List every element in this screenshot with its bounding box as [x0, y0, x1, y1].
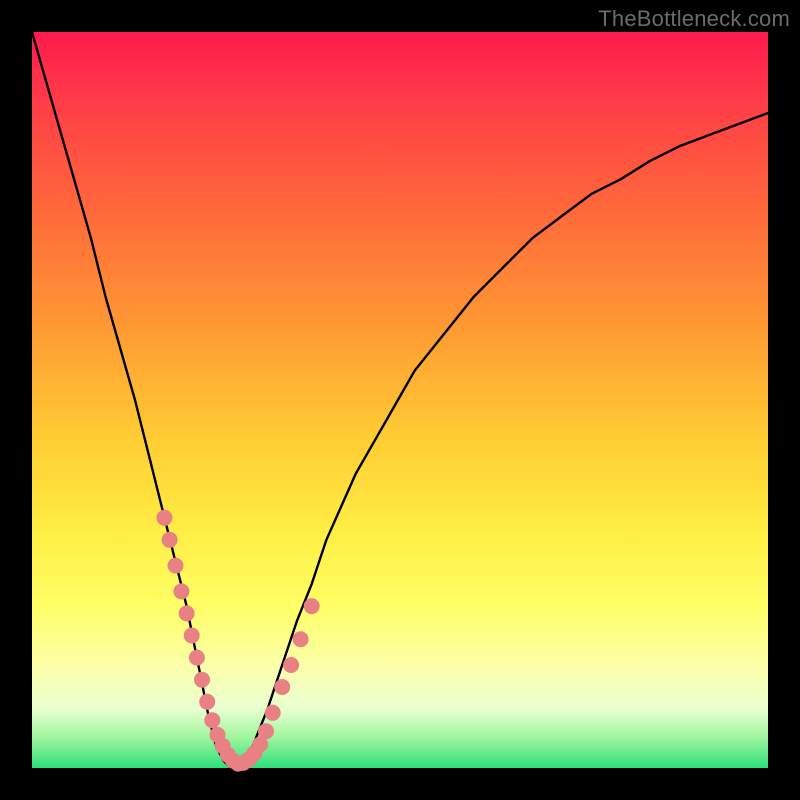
curve-marker: [293, 631, 309, 647]
curve-svg: [32, 32, 768, 768]
curve-marker: [283, 657, 299, 673]
curve-marker: [194, 672, 210, 688]
curve-marker: [173, 583, 189, 599]
curve-marker: [274, 679, 290, 695]
chart-frame: TheBottleneck.com: [0, 0, 800, 800]
gradient-plot-area: [32, 32, 768, 768]
watermark-text: TheBottleneck.com: [598, 6, 790, 32]
curve-marker: [179, 605, 195, 621]
curve-marker: [258, 723, 274, 739]
curve-marker: [204, 712, 220, 728]
bottleneck-curve: [32, 32, 768, 768]
curve-marker: [184, 628, 200, 644]
curve-marker: [265, 705, 281, 721]
curve-markers: [157, 510, 320, 772]
curve-marker: [157, 510, 173, 526]
curve-marker: [304, 598, 320, 614]
curve-marker: [168, 558, 184, 574]
curve-path: [32, 32, 768, 768]
curve-marker: [199, 694, 215, 710]
curve-marker: [189, 650, 205, 666]
curve-marker: [162, 532, 178, 548]
